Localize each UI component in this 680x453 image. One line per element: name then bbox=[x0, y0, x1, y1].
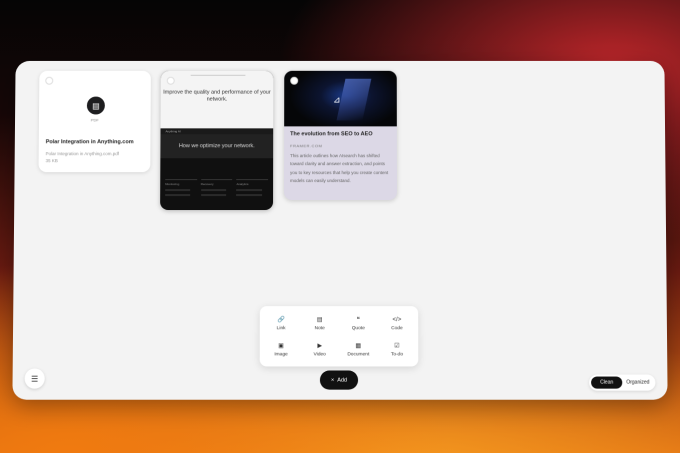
menu-item-label: Video bbox=[313, 351, 326, 357]
website-feature-columns: Monitoring Recovery Analytics bbox=[165, 179, 269, 206]
add-button[interactable]: × Add bbox=[319, 370, 359, 390]
image-icon: ▣ bbox=[278, 342, 284, 349]
file-size: 35 KB bbox=[45, 158, 58, 164]
view-option-organized[interactable]: Organized bbox=[622, 377, 653, 389]
select-checkbox[interactable] bbox=[290, 76, 299, 85]
menu-item-note[interactable]: ▤ Note bbox=[300, 310, 339, 336]
menu-item-todo[interactable]: ☑ To-do bbox=[378, 336, 417, 362]
feature-column: Recovery bbox=[200, 179, 233, 206]
article-summary: This article outlines how AIsearch has s… bbox=[290, 153, 389, 183]
canvas-board[interactable]: ▤ PDF Polar Integration in Anything.com … bbox=[12, 60, 668, 400]
menu-item-quote[interactable]: ❝ Quote bbox=[339, 310, 378, 336]
menu-item-code[interactable]: </> Code bbox=[378, 310, 417, 336]
website-card[interactable]: Improve the quality and performance of y… bbox=[160, 70, 274, 211]
menu-item-label: Document bbox=[347, 351, 370, 357]
note-icon: ▤ bbox=[316, 316, 323, 323]
feature-title: Recovery bbox=[200, 182, 214, 187]
select-checkbox[interactable] bbox=[166, 76, 175, 85]
article-card[interactable]: ⊿ The evolution from SEO to AEO FRAMER.C… bbox=[284, 70, 397, 201]
menu-item-label: Note bbox=[314, 325, 325, 331]
website-nav bbox=[190, 74, 246, 76]
menu-item-video[interactable]: ▶ Video bbox=[300, 336, 339, 362]
menu-item-label: To-do bbox=[390, 351, 403, 357]
menu-item-image[interactable]: ▣ Image bbox=[262, 336, 301, 362]
card-subtitle: Polar Integration in Anything.com.pdf 35… bbox=[46, 150, 146, 164]
menu-item-label: Image bbox=[274, 351, 288, 357]
pdf-card[interactable]: ▤ PDF Polar Integration in Anything.com … bbox=[38, 70, 151, 173]
link-icon: 🔗 bbox=[277, 316, 285, 323]
feature-column: Analytics bbox=[236, 179, 269, 206]
menu-item-label: Link bbox=[276, 325, 286, 331]
website-bar-label: Anything AI bbox=[165, 129, 181, 134]
quote-icon: ❝ bbox=[356, 316, 360, 323]
feature-column: Monitoring bbox=[165, 179, 197, 206]
select-checkbox[interactable] bbox=[45, 76, 54, 85]
framer-logo-icon: ⊿ bbox=[333, 94, 341, 105]
article-title: The evolution from SEO to AEO bbox=[290, 131, 373, 138]
add-button-label: Add bbox=[337, 377, 348, 384]
menu-item-label: Quote bbox=[351, 325, 365, 331]
video-icon: ▶ bbox=[317, 342, 323, 349]
close-icon: × bbox=[330, 377, 335, 384]
article-source: FRAMER.COM bbox=[290, 143, 323, 149]
add-item-menu: 🔗 Link ▤ Note ❝ Quote </> Code ▣ Image ▶ Video… bbox=[259, 306, 419, 367]
todo-icon: ☑ bbox=[394, 342, 400, 349]
website-section-heading: How we optimize your network. bbox=[178, 143, 255, 150]
menu-item-link[interactable]: 🔗 Link bbox=[262, 310, 301, 336]
menu-item-label: Code bbox=[391, 325, 403, 331]
code-icon: </> bbox=[392, 316, 402, 323]
view-option-clean[interactable]: Clean bbox=[591, 376, 623, 389]
menu-item-document[interactable]: ▦ Document bbox=[339, 336, 378, 362]
feature-title: Analytics bbox=[236, 182, 249, 187]
website-headline: Improve the quality and performance of y… bbox=[163, 89, 271, 103]
hamburger-icon: ☰ bbox=[31, 374, 39, 384]
document-icon: ▦ bbox=[355, 342, 362, 349]
pdf-file-icon: ▤ bbox=[86, 96, 105, 115]
menu-button[interactable]: ☰ bbox=[24, 368, 45, 389]
view-mode-toggle: Clean Organized bbox=[589, 374, 656, 391]
feature-title: Monitoring bbox=[165, 182, 180, 187]
card-title: Polar Integration in Anything.com bbox=[45, 139, 134, 146]
file-type-label: PDF bbox=[90, 117, 99, 123]
file-name: Polar Integration in Anything.com.pdf bbox=[45, 151, 120, 157]
